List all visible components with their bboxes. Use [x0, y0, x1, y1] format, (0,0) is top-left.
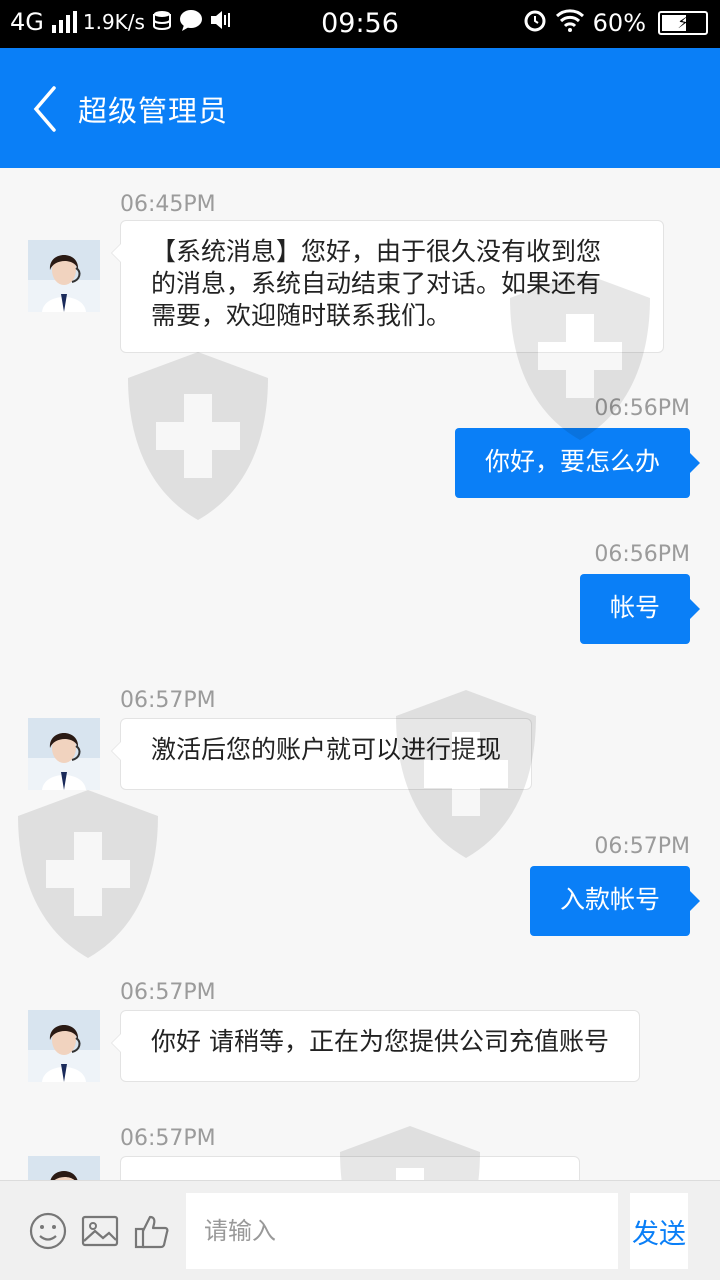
message-time: 06:56PM	[594, 542, 690, 567]
message-input[interactable]	[186, 1193, 618, 1269]
message-time: 06:56PM	[594, 396, 690, 421]
message-line: 的消息，系统自动结束了对话。如果还有	[151, 269, 602, 298]
thumbs-up-icon[interactable]	[132, 1211, 172, 1251]
chevron-left-icon[interactable]	[28, 84, 64, 134]
page-title: 超级管理员	[78, 94, 229, 128]
message-bubble: 入款帐号	[529, 866, 701, 936]
alarm-icon	[523, 8, 547, 37]
message-time: 06:57PM	[594, 834, 690, 859]
message-bubble: 你好，要怎么办	[454, 428, 701, 498]
message-time: 06:45PM	[120, 192, 216, 217]
avatar	[28, 718, 100, 790]
battery-percent: 60%	[592, 8, 646, 37]
message-bubble: 帐号	[579, 574, 701, 644]
message-bubble: 激活后您的账户就可以进行提现	[110, 718, 533, 790]
image-icon[interactable]	[80, 1211, 120, 1251]
chat-area[interactable]: 06:45PM 【系统消息】您好，由于很久没有收到您 的消息，系统自动结束了对话…	[0, 168, 720, 1180]
avatar	[28, 1010, 100, 1082]
input-bar: 发送	[0, 1180, 720, 1280]
message-line: 需要，欢迎随时联系我们。	[151, 301, 452, 330]
avatar	[28, 1156, 100, 1180]
message-bubble	[111, 1156, 580, 1180]
message-time: 06:57PM	[120, 1126, 216, 1151]
message-bubble: 你好 请稍等，正在为您提供公司充值账号	[111, 1010, 640, 1082]
message-line: 【系统消息】您好，由于很久没有收到您	[151, 237, 602, 266]
wifi-icon	[555, 8, 585, 37]
status-bar: 4G 1.9K/s 09:56 60% ⚡	[0, 0, 720, 48]
send-button[interactable]: 发送	[630, 1193, 688, 1269]
watermark-shield-icon	[18, 790, 158, 958]
title-bar: 超级管理员	[0, 48, 720, 168]
battery-icon: ⚡	[658, 10, 708, 35]
watermark-shield-icon	[128, 352, 268, 520]
message-time: 06:57PM	[120, 980, 216, 1005]
avatar	[28, 240, 100, 312]
emoji-icon[interactable]	[28, 1211, 68, 1251]
message-time: 06:57PM	[120, 688, 216, 713]
message-bubble: 【系统消息】您好，由于很久没有收到您 的消息，系统自动结束了对话。如果还有 需要…	[111, 220, 664, 353]
